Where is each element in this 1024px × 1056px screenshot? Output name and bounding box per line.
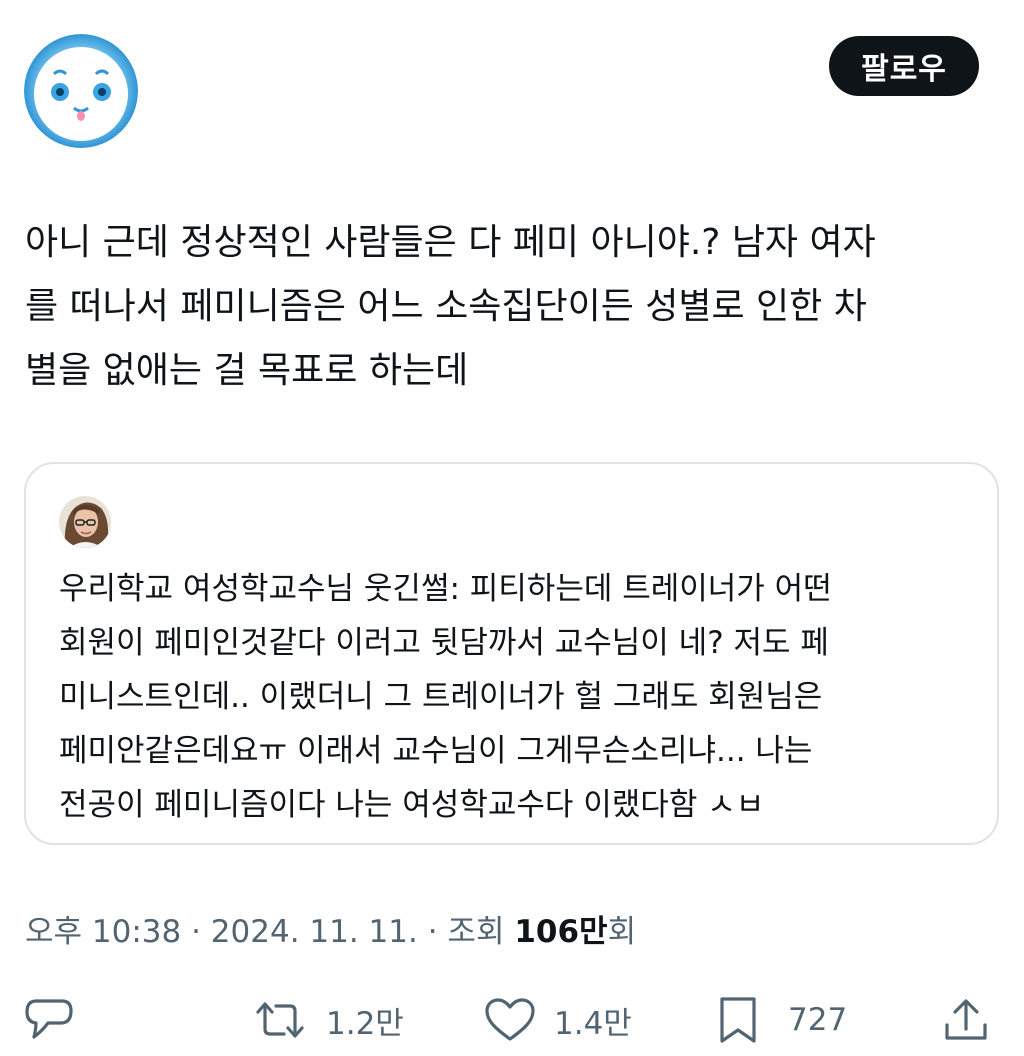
heart-icon bbox=[485, 998, 535, 1041]
views-suffix: 회 bbox=[607, 914, 637, 950]
person-photo-avatar bbox=[59, 496, 111, 548]
tweet-time[interactable]: 오후 10:38 bbox=[25, 914, 181, 950]
tweet-date[interactable]: 2024. 11. 11. bbox=[211, 914, 418, 950]
reply-button[interactable] bbox=[24, 990, 74, 1050]
like-count: 1.4만 bbox=[554, 1005, 632, 1042]
tweet-meta: 오후 10:38 · 2024. 11. 11. · 조회 106만회 bbox=[25, 906, 636, 951]
retweet-icon bbox=[256, 1002, 304, 1038]
quoted-text-line: 전공이 페미니즘이다 나는 여성학교수다 이랬다함 ㅅㅂ bbox=[59, 787, 765, 823]
reply-bubble-icon bbox=[25, 999, 73, 1039]
cartoon-face-avatar-icon bbox=[24, 34, 138, 148]
tweet-text-line: 아니 근데 정상적인 사람들은 다 페미 아니야.? 남자 여자 bbox=[25, 222, 876, 263]
tweet-text: 아니 근데 정상적인 사람들은 다 페미 아니야.? 남자 여자 를 떠나서 페… bbox=[25, 211, 1000, 403]
share-button[interactable] bbox=[943, 990, 989, 1050]
quoted-text-line: 회원이 페미인것같다 이러고 뒷담까서 교수님이 네? 저도 페 bbox=[59, 625, 829, 661]
bookmark-icon bbox=[720, 997, 756, 1043]
profile-avatar[interactable] bbox=[24, 34, 138, 148]
meta-separator: · bbox=[181, 914, 211, 950]
tweet-text-line: 별을 없애는 걸 목표로 하는데 bbox=[25, 350, 469, 391]
bookmark-count: 727 bbox=[788, 1002, 848, 1038]
views-count: 106 bbox=[514, 914, 580, 950]
views-label: 조회 bbox=[447, 914, 515, 950]
share-upload-icon bbox=[945, 999, 987, 1040]
quoted-tweet-card[interactable]: 우리학교 여성학교수님 웃긴썰: 피티하는데 트레이너가 어떤 회원이 페미인것… bbox=[24, 462, 999, 845]
like-button[interactable]: 1.4만 bbox=[484, 990, 632, 1050]
views-unit: 만 bbox=[579, 914, 608, 950]
retweet-count: 1.2만 bbox=[326, 1005, 404, 1042]
bookmark-button[interactable]: 727 bbox=[718, 990, 847, 1050]
retweet-button[interactable]: 1.2만 bbox=[252, 990, 404, 1050]
tweet-text-line: 를 떠나서 페미니즘은 어느 소속집단이든 성별로 인한 차 bbox=[25, 286, 867, 327]
quoted-text-line: 페미안같은데요ㅠ 이래서 교수님이 그게무슨소리냐... 나는 bbox=[59, 733, 813, 769]
follow-button[interactable]: 팔로우 bbox=[829, 36, 979, 96]
meta-separator: · bbox=[417, 914, 448, 950]
quoted-text-line: 우리학교 여성학교수님 웃긴썰: 피티하는데 트레이너가 어떤 bbox=[59, 571, 832, 607]
quoted-tweet-text: 우리학교 여성학교수님 웃긴썰: 피티하는데 트레이너가 어떤 회원이 페미인것… bbox=[59, 562, 979, 832]
quoted-text-line: 미니스트인데.. 이랬더니 그 트레이너가 헐 그래도 회원님은 bbox=[59, 679, 823, 715]
quoted-author-avatar[interactable] bbox=[59, 496, 111, 548]
